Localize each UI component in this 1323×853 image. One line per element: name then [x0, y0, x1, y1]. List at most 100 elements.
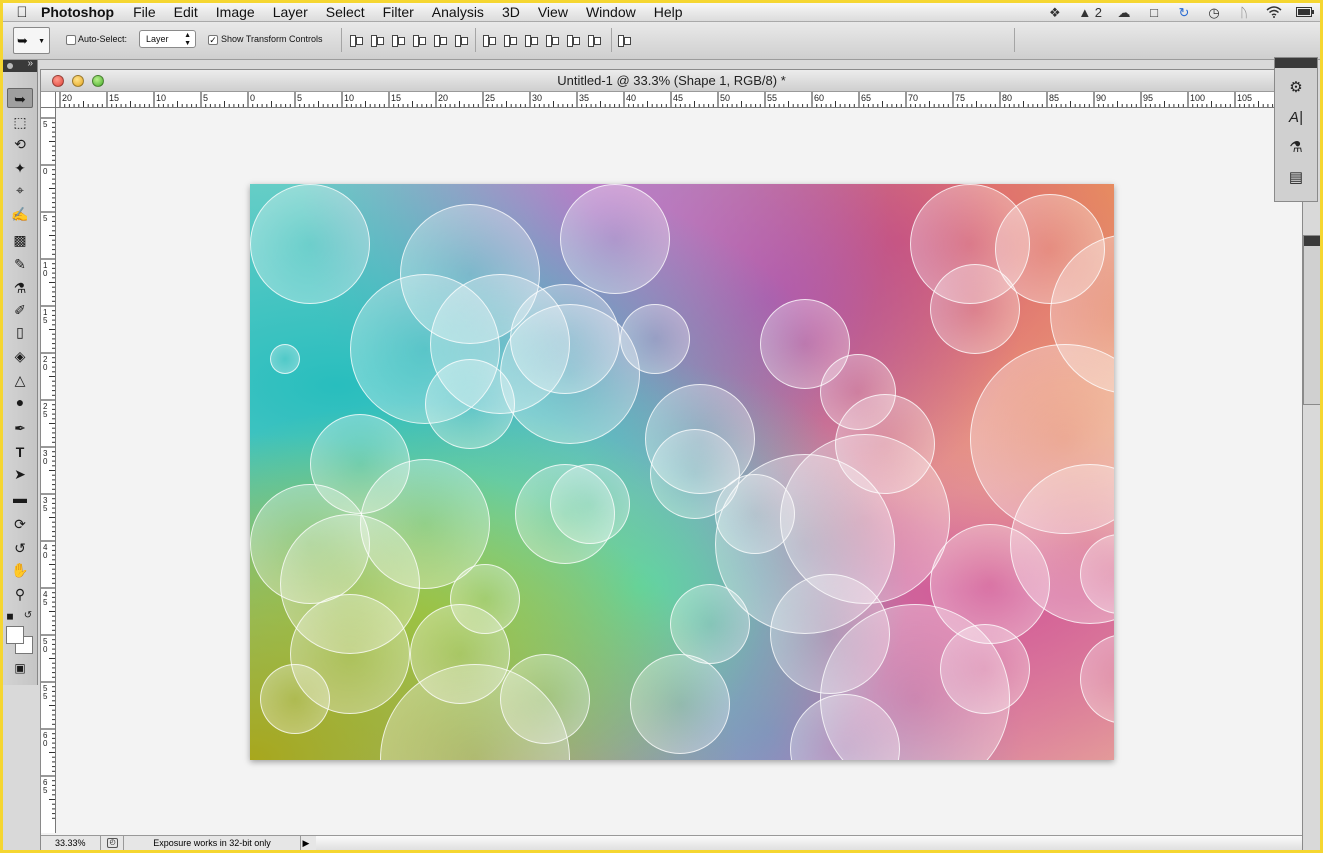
menu-analysis[interactable]: Analysis: [432, 4, 484, 20]
paint-bucket-tool-icon[interactable]: ◈: [7, 346, 33, 366]
menu-file[interactable]: File: [133, 4, 156, 20]
clone-source-panel-icon[interactable]: ▤: [1285, 168, 1307, 188]
clone-stamp-tool-icon[interactable]: ⚗: [7, 278, 33, 298]
bokeh-image[interactable]: [250, 184, 1114, 760]
ruler-label: 105: [1237, 93, 1252, 103]
lasso-tool-icon[interactable]: ⟲: [7, 134, 33, 154]
history-brush-tool-icon[interactable]: ✐: [7, 300, 33, 320]
ruler-label: 10: [344, 93, 354, 103]
eraser-tool-icon[interactable]: ▯: [7, 322, 33, 342]
eyedropper-tool-icon[interactable]: ✍: [7, 204, 33, 224]
align-bottom-icon[interactable]: [390, 33, 406, 47]
blur-tool-icon[interactable]: △: [7, 370, 33, 390]
align-top-icon[interactable]: [348, 33, 364, 47]
healing-brush-tool-icon[interactable]: ▩: [7, 230, 33, 250]
align-right-icon[interactable]: [453, 33, 469, 47]
adjustments-panel-icon[interactable]: ⚙: [1285, 78, 1307, 98]
type-tool-icon[interactable]: T: [7, 442, 33, 462]
zoom-button[interactable]: [92, 75, 104, 87]
ruler-label: 15: [109, 93, 119, 103]
adobe-status[interactable]: ▲ 2: [1077, 5, 1102, 20]
dodge-tool-icon[interactable]: ●: [7, 392, 33, 412]
ruler-label: 5: [43, 120, 48, 129]
path-selection-tool-icon[interactable]: ➤: [7, 464, 33, 484]
menu-app-name[interactable]: Photoshop: [41, 4, 114, 20]
collapsed-panel[interactable]: [1303, 235, 1320, 405]
menu-edit[interactable]: Edit: [174, 4, 198, 20]
menu-image[interactable]: Image: [216, 4, 255, 20]
ruler-label: 75: [955, 93, 965, 103]
menubar-status-area: ❖ ▲ 2 ☁ □ ↻ ◷ ᚢ: [1047, 3, 1314, 22]
ruler-label: 100: [1190, 93, 1205, 103]
sync-icon[interactable]: ↻: [1176, 6, 1192, 19]
canvas-area[interactable]: [57, 109, 1302, 833]
ruler-origin[interactable]: [41, 92, 56, 108]
distribute-top-icon[interactable]: [481, 33, 497, 47]
bokeh-circle: [715, 474, 795, 554]
dropbox-icon[interactable]: ❖: [1047, 6, 1063, 19]
cloud-icon[interactable]: ☁: [1116, 6, 1132, 19]
foreground-color-swatch[interactable]: [6, 626, 24, 644]
time-machine-icon[interactable]: ◷: [1206, 6, 1222, 19]
3d-rotate-tool-icon[interactable]: ⟳: [7, 514, 33, 534]
swap-colors-icon[interactable]: ↺: [21, 606, 35, 626]
collapsed-panel-header[interactable]: [1304, 236, 1320, 246]
status-menu-arrow-icon[interactable]: ▶: [301, 836, 311, 850]
align-hcenter-icon[interactable]: [432, 33, 448, 47]
crop-tool-icon[interactable]: ⌖: [7, 180, 33, 200]
align-left-icon[interactable]: [411, 33, 427, 47]
menu-3d[interactable]: 3D: [502, 4, 520, 20]
document-titlebar[interactable]: Untitled-1 @ 33.3% (Shape 1, RGB/8) *: [41, 70, 1302, 92]
distribute-hcenter-icon[interactable]: [565, 33, 581, 47]
panel-dock-header[interactable]: [1275, 58, 1317, 68]
menu-view[interactable]: View: [538, 4, 568, 20]
brush-tool-icon[interactable]: ✎: [7, 254, 33, 274]
tools-panel-header[interactable]: [3, 58, 37, 72]
ruler-label: 5: [43, 692, 48, 701]
pen-tool-icon[interactable]: ✒: [7, 418, 33, 438]
bluetooth-icon[interactable]: ᚢ: [1236, 6, 1252, 19]
ruler-label: 80: [1002, 93, 1012, 103]
quick-mask-icon[interactable]: ▣: [7, 658, 33, 678]
auto-align-buttons: [616, 33, 632, 47]
distribute-right-icon[interactable]: [586, 33, 602, 47]
magic-wand-tool-icon[interactable]: ✦: [7, 158, 33, 178]
apple-menu-icon[interactable]: : [3, 4, 41, 21]
battery-icon[interactable]: [1296, 6, 1314, 19]
wifi-icon[interactable]: [1266, 6, 1282, 19]
vertical-ruler[interactable]: 505101520253035404550556065: [41, 108, 56, 833]
tool-preset-picker[interactable]: ➥ ▼: [13, 27, 50, 54]
minimize-button[interactable]: [72, 75, 84, 87]
3d-orbit-tool-icon[interactable]: ↺: [7, 538, 33, 558]
horizontal-ruler[interactable]: 20 15 10 5 0 5 10 15 20 25 30 35 40 45 50 55 60 65 70 75 80 8…: [56, 92, 1302, 108]
close-button[interactable]: [52, 75, 64, 87]
character-panel-icon[interactable]: A|: [1285, 108, 1307, 128]
status-info-text[interactable]: Exposure works in 32-bit only: [123, 836, 301, 850]
menu-layer[interactable]: Layer: [273, 4, 308, 20]
marquee-tool-icon[interactable]: ⬚: [7, 112, 33, 132]
default-colors-icon[interactable]: ◼: [3, 606, 17, 626]
horizontal-scrollbar[interactable]: [316, 836, 1302, 850]
usb-icon[interactable]: ⚗: [1285, 138, 1307, 158]
auto-select-dropdown[interactable]: Layer ▲ ▼: [139, 30, 196, 48]
zoom-tool-icon[interactable]: ⚲: [7, 584, 33, 604]
auto-align-layers-icon[interactable]: [616, 33, 632, 47]
document-icon[interactable]: □: [1146, 6, 1162, 19]
distribute-bottom-icon[interactable]: [523, 33, 539, 47]
ruler-label: 5: [43, 504, 48, 513]
distribute-left-icon[interactable]: [544, 33, 560, 47]
zoom-level-field[interactable]: 33.33%: [45, 836, 101, 850]
status-info-icon[interactable]: ◴: [107, 838, 118, 848]
rectangle-tool-icon[interactable]: ▬: [7, 488, 33, 508]
updown-arrows-icon: ▲ ▼: [184, 32, 191, 47]
align-vcenter-icon[interactable]: [369, 33, 385, 47]
distribute-vcenter-icon[interactable]: [502, 33, 518, 47]
auto-select-checkbox[interactable]: [66, 35, 76, 45]
menu-select[interactable]: Select: [326, 4, 365, 20]
move-tool-icon[interactable]: ➥: [7, 88, 33, 108]
show-transform-checkbox[interactable]: ✓: [208, 35, 218, 45]
menu-filter[interactable]: Filter: [383, 4, 414, 20]
menu-window[interactable]: Window: [586, 4, 636, 20]
menu-help[interactable]: Help: [654, 4, 683, 20]
hand-tool-icon[interactable]: ✋: [7, 560, 33, 580]
